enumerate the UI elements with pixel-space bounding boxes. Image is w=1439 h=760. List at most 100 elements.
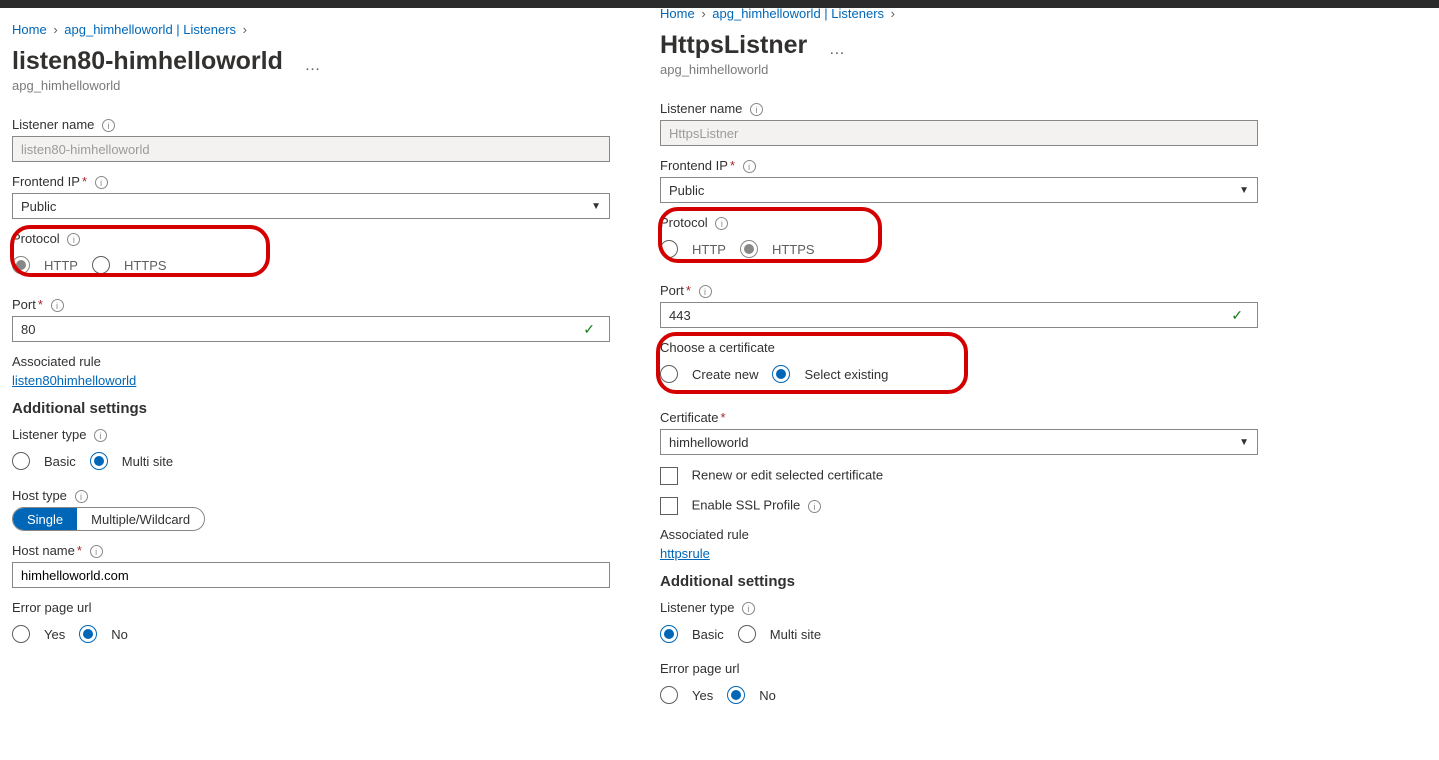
error-page-yes-radio[interactable] — [12, 625, 30, 643]
listener-type-basic-label: Basic — [692, 627, 724, 642]
listener-type-label: Listener type — [12, 427, 86, 442]
protocol-https-radio-label: HTTPS — [772, 242, 815, 257]
breadcrumb: Home › apg_himhelloworld | Listeners › — [660, 6, 1288, 21]
chevron-right-icon: › — [701, 6, 705, 21]
associated-rule-label: Associated rule — [12, 354, 640, 369]
error-page-url-label: Error page url — [660, 661, 1288, 676]
port-input[interactable]: 443 ✓ — [660, 302, 1258, 328]
cert-select-radio[interactable] — [772, 365, 790, 383]
error-page-no-radio[interactable] — [727, 686, 745, 704]
host-name-label: Host name — [12, 543, 75, 558]
listener-name-label: Listener name — [660, 101, 742, 116]
chevron-right-icon: › — [53, 22, 57, 37]
port-label: Port — [12, 297, 36, 312]
frontend-ip-select[interactable]: Public ▼ — [12, 193, 610, 219]
host-type-multiple[interactable]: Multiple/Wildcard — [77, 508, 204, 530]
error-page-no-label: No — [111, 627, 128, 642]
listener-type-multi-radio[interactable] — [90, 452, 108, 470]
listener-type-basic-radio[interactable] — [12, 452, 30, 470]
listener-name-input — [660, 120, 1258, 146]
protocol-https-radio[interactable] — [740, 240, 758, 258]
frontend-ip-value: Public — [669, 183, 704, 198]
protocol-label: Protocol — [660, 215, 708, 230]
breadcrumb: Home › apg_himhelloworld | Listeners › — [12, 22, 640, 37]
associated-rule-link[interactable]: listen80himhelloworld — [12, 373, 136, 388]
info-icon[interactable]: i — [750, 103, 763, 116]
listener-type-multi-radio[interactable] — [738, 625, 756, 643]
cert-create-label: Create new — [692, 367, 758, 382]
page-title: listen80-himhelloworld — [12, 47, 283, 76]
info-icon[interactable]: i — [75, 490, 88, 503]
associated-rule-link[interactable]: httpsrule — [660, 546, 710, 561]
crumb-listeners[interactable]: apg_himhelloworld | Listeners — [712, 6, 884, 21]
error-page-url-label: Error page url — [12, 600, 640, 615]
port-value: 443 — [669, 308, 691, 323]
cert-create-radio[interactable] — [660, 365, 678, 383]
frontend-ip-value: Public — [21, 199, 56, 214]
protocol-https-radio[interactable] — [92, 256, 110, 274]
crumb-home[interactable]: Home — [12, 22, 47, 37]
certificate-value: himhelloworld — [669, 435, 748, 450]
info-icon[interactable]: i — [94, 429, 107, 442]
listener-type-basic-radio[interactable] — [660, 625, 678, 643]
listener-type-multi-label: Multi site — [122, 454, 173, 469]
info-icon[interactable]: i — [102, 119, 115, 132]
host-type-single[interactable]: Single — [13, 508, 77, 530]
page-title: HttpsListner — [660, 31, 807, 60]
renew-cert-label: Renew or edit selected certificate — [692, 468, 883, 483]
info-icon[interactable]: i — [742, 602, 755, 615]
error-page-no-label: No — [759, 688, 776, 703]
frontend-ip-label: Frontend IP — [660, 158, 728, 173]
enable-ssl-checkbox[interactable] — [660, 497, 678, 515]
info-icon[interactable]: i — [743, 160, 756, 173]
error-page-no-radio[interactable] — [79, 625, 97, 643]
info-icon[interactable]: i — [699, 285, 712, 298]
host-type-toggle[interactable]: Single Multiple/Wildcard — [12, 507, 205, 531]
more-menu-icon[interactable]: … — [829, 41, 845, 59]
error-page-yes-label: Yes — [44, 627, 65, 642]
listener-type-label: Listener type — [660, 600, 734, 615]
left-pane: Home › apg_himhelloworld | Listeners › l… — [0, 10, 640, 661]
protocol-http-radio-label: HTTP — [44, 258, 78, 273]
port-label: Port — [660, 283, 684, 298]
chevron-down-icon: ▼ — [1239, 437, 1249, 448]
additional-settings-heading: Additional settings — [12, 400, 640, 417]
error-page-yes-radio[interactable] — [660, 686, 678, 704]
enable-ssl-label: Enable SSL Profile — [692, 498, 801, 513]
info-icon[interactable]: i — [95, 176, 108, 189]
info-icon[interactable]: i — [90, 545, 103, 558]
renew-cert-checkbox[interactable] — [660, 467, 678, 485]
additional-settings-heading: Additional settings — [660, 573, 1288, 590]
certificate-select[interactable]: himhelloworld ▼ — [660, 429, 1258, 455]
chevron-down-icon: ▼ — [1239, 185, 1249, 196]
check-icon: ✓ — [583, 321, 595, 338]
info-icon[interactable]: i — [67, 233, 80, 246]
more-menu-icon[interactable]: … — [305, 57, 321, 75]
choose-certificate-label: Choose a certificate — [660, 340, 1288, 355]
chevron-right-icon: › — [243, 22, 247, 37]
chevron-down-icon: ▼ — [591, 201, 601, 212]
protocol-http-radio[interactable] — [12, 256, 30, 274]
listener-name-input — [12, 136, 610, 162]
port-input[interactable]: 80 ✓ — [12, 316, 610, 342]
certificate-label: Certificate — [660, 410, 719, 425]
page-subtitle: apg_himhelloworld — [12, 78, 640, 93]
frontend-ip-select[interactable]: Public ▼ — [660, 177, 1258, 203]
protocol-http-radio[interactable] — [660, 240, 678, 258]
info-icon[interactable]: i — [808, 500, 821, 513]
info-icon[interactable]: i — [51, 299, 64, 312]
listener-type-multi-label: Multi site — [770, 627, 821, 642]
crumb-home[interactable]: Home — [660, 6, 695, 21]
cert-select-label: Select existing — [804, 367, 888, 382]
port-value: 80 — [21, 322, 35, 337]
page-subtitle: apg_himhelloworld — [660, 62, 1288, 77]
associated-rule-label: Associated rule — [660, 527, 1288, 542]
host-type-label: Host type — [12, 488, 67, 503]
info-icon[interactable]: i — [715, 217, 728, 230]
frontend-ip-label: Frontend IP — [12, 174, 80, 189]
host-name-input[interactable] — [12, 562, 610, 588]
protocol-https-radio-label: HTTPS — [124, 258, 167, 273]
check-icon: ✓ — [1231, 307, 1243, 324]
protocol-http-radio-label: HTTP — [692, 242, 726, 257]
crumb-listeners[interactable]: apg_himhelloworld | Listeners — [64, 22, 236, 37]
